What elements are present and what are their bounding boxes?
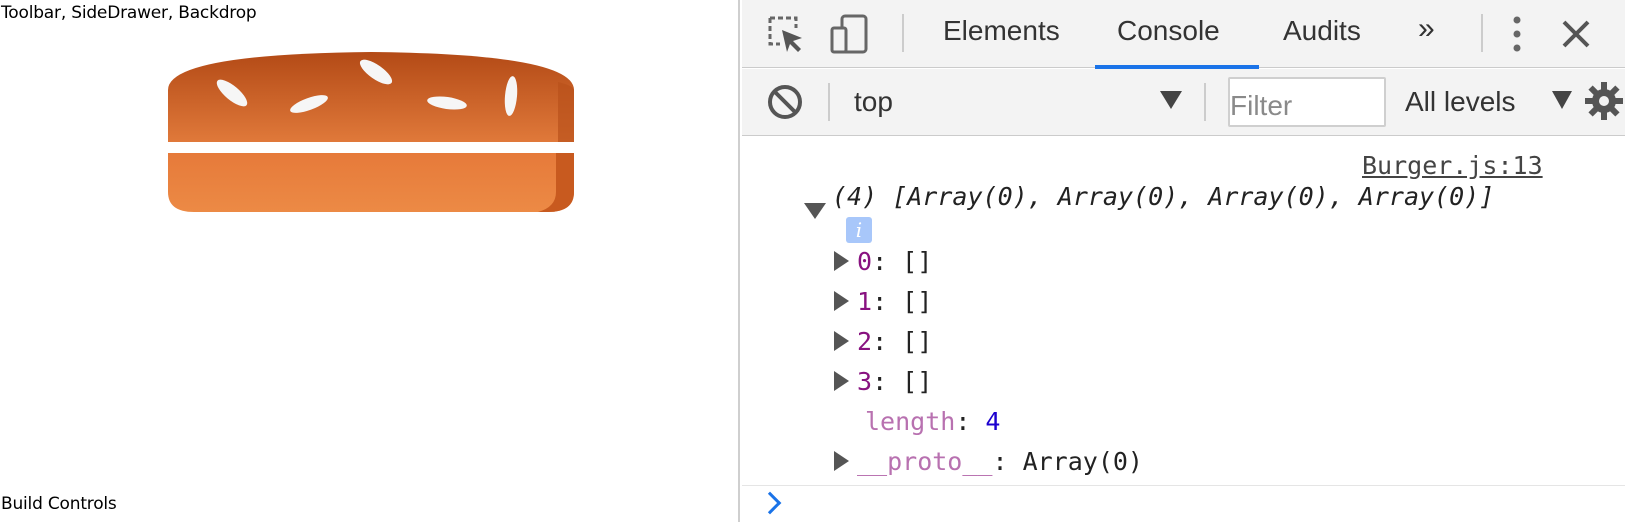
console-prompt-icon[interactable] — [758, 491, 782, 515]
array-entry-row[interactable]: 2: [] — [834, 327, 932, 359]
dropdown-arrow-icon[interactable] — [1552, 91, 1572, 109]
log-levels-selector[interactable]: All levels — [1405, 86, 1515, 118]
source-link[interactable]: Burger.js:13 — [1362, 151, 1543, 180]
devtools-panel: Elements Console Audits » top All levels — [742, 0, 1625, 522]
entry-key: 1 — [857, 287, 873, 316]
length-row: length: 4 — [865, 407, 1000, 439]
console-filter-input[interactable] — [1228, 77, 1386, 127]
length-key: length — [865, 407, 956, 436]
entry-value: [] — [902, 367, 933, 396]
console-output: Burger.js:13 (4) [Array(0), Array(0), Ar… — [742, 137, 1625, 522]
entry-colon: : — [872, 367, 903, 396]
burger-illustration — [168, 52, 574, 212]
kebab-menu-icon[interactable] — [1507, 14, 1527, 54]
tab-console[interactable]: Console — [1117, 15, 1220, 47]
proto-value: Array(0) — [1022, 447, 1143, 476]
array-entry-row[interactable]: 1: [] — [834, 287, 932, 319]
entry-colon: : — [872, 287, 903, 316]
array-entry-row[interactable]: 3: [] — [834, 367, 932, 399]
devtools-tab-bar: Elements Console Audits » — [742, 0, 1625, 69]
entry-key: 0 — [857, 247, 873, 276]
entry-colon: : — [992, 447, 1023, 476]
toolbar-separator — [1481, 14, 1483, 52]
device-toggle-icon[interactable] — [830, 14, 870, 54]
more-tabs-icon[interactable]: » — [1418, 12, 1435, 46]
toolbar-separator — [902, 14, 904, 52]
console-filter-bar: top All levels — [742, 69, 1625, 136]
toolbar-placeholder-text: Toolbar, SideDrawer, Backdrop — [1, 3, 257, 23]
proto-row[interactable]: __proto__: Array(0) — [834, 447, 1143, 479]
entry-value: [] — [902, 327, 933, 356]
proto-key: __proto__ — [857, 447, 993, 476]
inspect-icon[interactable] — [766, 14, 806, 54]
entry-key: 2 — [857, 327, 873, 356]
close-icon[interactable] — [1558, 14, 1594, 54]
expand-triangle-icon[interactable] — [834, 451, 849, 471]
tab-elements[interactable]: Elements — [943, 15, 1060, 47]
entry-colon: : — [955, 407, 986, 436]
app-preview-pane: Toolbar, SideDrawer, Backdrop Build Cont… — [0, 0, 740, 522]
length-value: 4 — [985, 407, 1001, 436]
expand-triangle-icon[interactable] — [834, 291, 849, 311]
filter-separator — [828, 83, 830, 121]
info-icon[interactable]: i — [846, 217, 872, 243]
expand-triangle-icon[interactable] — [834, 251, 849, 271]
tab-audits[interactable]: Audits — [1283, 15, 1361, 47]
bread-bottom — [168, 153, 574, 212]
bread-top — [168, 52, 574, 142]
context-selector[interactable]: top — [854, 86, 893, 118]
entry-value: [] — [902, 287, 933, 316]
array-entry-row[interactable]: 0: [] — [834, 247, 932, 279]
settings-gear-icon[interactable] — [1584, 81, 1624, 121]
console-divider — [742, 485, 1625, 486]
array-summary[interactable]: (4) [Array(0), Array(0), Array(0), Array… — [832, 182, 1494, 211]
expand-triangle-icon[interactable] — [834, 371, 849, 391]
expand-triangle-icon[interactable] — [804, 203, 826, 219]
expand-triangle-icon[interactable] — [834, 331, 849, 351]
entry-key: 3 — [857, 367, 873, 396]
entry-colon: : — [872, 327, 903, 356]
filter-separator — [1204, 83, 1206, 121]
entry-colon: : — [872, 247, 903, 276]
build-controls-placeholder-text: Build Controls — [1, 494, 117, 514]
dropdown-arrow-icon[interactable] — [1160, 91, 1182, 109]
entry-value: [] — [902, 247, 933, 276]
clear-console-icon[interactable] — [766, 83, 804, 121]
